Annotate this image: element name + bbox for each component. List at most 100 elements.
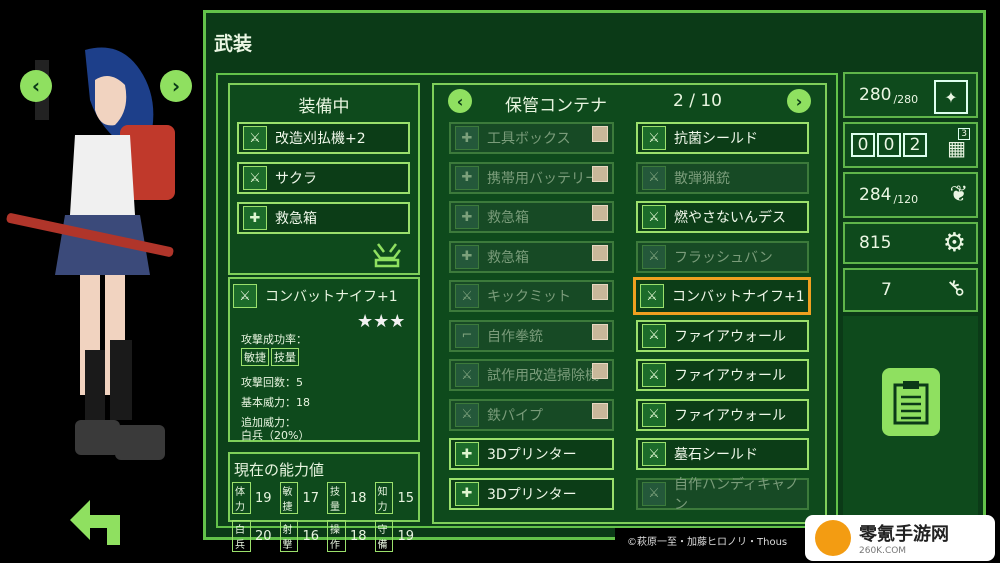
storage-prev-button[interactable]: ‹ [448, 89, 472, 113]
ability-value: 17 [302, 490, 319, 506]
hit-label: 攻撃成功率： [241, 333, 307, 346]
parts-value: 815 [859, 233, 892, 253]
hit-tags: 敏捷 技量 [241, 346, 301, 366]
ability-tag: 白兵 [232, 520, 251, 552]
key-icon: ⚷ [941, 273, 971, 304]
item-slot[interactable]: ✚ 3Dプリンター [449, 438, 614, 470]
item-label: サクラ [275, 171, 317, 187]
screen-title: 武装 [214, 33, 253, 55]
sword-icon: ⚔ [455, 284, 479, 308]
item-label: 抗菌シールド [674, 131, 758, 147]
ability-value: 18 [349, 528, 367, 544]
counter-digit: 0 [851, 133, 875, 157]
item-slot[interactable]: ✚ 工具ボックス [449, 122, 614, 154]
hp-value: 280 [859, 85, 892, 105]
item-label: 3Dプリンター [487, 447, 577, 463]
counter-stat: 002 ▦ 3 [843, 122, 978, 168]
gear-icon: ⚙ [942, 228, 966, 258]
detail-name: コンバットナイフ+1 [265, 289, 398, 305]
ability-tag: 知力 [374, 482, 394, 514]
ability-tag: 技量 [327, 482, 346, 514]
sword-icon: ⚔ [642, 442, 666, 466]
medkit-icon: ✚ [243, 206, 267, 230]
character-thumbnail-icon [592, 284, 608, 300]
copyright-bar: ©萩原一至・加藤ヒロノリ・Thous [615, 528, 815, 550]
item-slot[interactable]: ✚ 救急箱 [237, 202, 410, 234]
unequip-icon[interactable] [370, 240, 404, 268]
item-slot[interactable]: ⚔ ファイアウォール [636, 398, 809, 431]
item-slot[interactable]: ⚔ ファイアウォール [636, 359, 809, 391]
next-character-button[interactable]: › [160, 70, 192, 102]
ability-row: 白兵 20 射撃 16 操作 18 守備 19 [232, 520, 420, 552]
medkit-icon: ✚ [455, 244, 479, 269]
sword-icon: ⚔ [642, 323, 666, 348]
hp-max: /280 [893, 92, 919, 106]
item-slot[interactable]: ⚔ 散弾猟銃 [636, 161, 809, 194]
sword-icon: ⚔ [243, 126, 267, 150]
detail-header: ⚔ コンバットナイフ+1 [233, 284, 398, 308]
item-slot[interactable]: ⚔ キックミット [449, 280, 614, 312]
item-slot[interactable]: ⌐ 自作拳銃 [449, 319, 614, 352]
sword-icon: ⚔ [640, 284, 664, 308]
hit-tag: 技量 [271, 348, 299, 366]
ability-tag: 敏捷 [279, 482, 299, 514]
ability-tag: 守備 [374, 520, 394, 552]
ability-value: 15 [397, 490, 414, 506]
sword-icon: ⚔ [642, 165, 666, 190]
medkit-icon: ✚ [455, 126, 479, 150]
item-label: 救急箱 [487, 210, 529, 226]
keys-stat: 7 ⚷ [843, 268, 978, 312]
ability-value: 19 [397, 528, 414, 544]
storage-title: 保管コンテナ [505, 96, 607, 116]
prev-character-button[interactable]: ‹ [20, 70, 52, 102]
item-slot[interactable]: ⚔ 抗菌シールド [636, 122, 809, 154]
item-slot[interactable]: ⚔ 墓石シールド [636, 438, 809, 470]
item-slot[interactable]: ✚ 3Dプリンター [449, 477, 614, 510]
ability-row: 体力 19 敏捷 17 技量 18 知力 15 [232, 482, 420, 514]
keys-value: 7 [881, 280, 892, 300]
item-slot[interactable]: ⚔ 試作用改造掃除機 [449, 359, 614, 391]
character-thumbnail-icon [592, 363, 608, 379]
watermark-sub: 260K.COM [859, 546, 907, 556]
character-thumbnail-icon [592, 323, 608, 340]
sword-icon: ⚔ [642, 205, 666, 229]
item-label: 燃やさないんデス [674, 210, 786, 226]
sword-icon: ⚔ [642, 126, 666, 150]
attack-count: 攻撃回数：5 [241, 376, 303, 389]
medkit-icon: ✚ [455, 442, 479, 466]
character-thumbnail-icon [592, 402, 608, 419]
item-label: 3Dプリンター [487, 486, 577, 503]
back-button[interactable] [65, 495, 125, 550]
item-slot[interactable]: ✚ 救急箱 [449, 240, 614, 273]
item-label: ファイアウォール [674, 368, 786, 384]
item-slot[interactable]: ⚔ 改造刈払機+2 [237, 122, 410, 154]
item-label: 工具ボックス [487, 131, 571, 147]
item-slot[interactable]: ⚔ ファイアウォール [636, 319, 809, 352]
clipboard-icon [893, 381, 929, 425]
back-arrow-icon [70, 500, 120, 545]
item-label: 自作ハンディキャノン [674, 476, 800, 513]
storage-next-button[interactable]: › [787, 89, 811, 113]
sword-icon: ⚔ [642, 363, 666, 387]
item-label: 墓石シールド [674, 447, 758, 463]
item-slot[interactable]: ⚔ サクラ [237, 162, 410, 194]
item-slot[interactable]: ⚔ フラッシュバン [636, 240, 809, 273]
item-slot[interactable]: ⚔ 自作ハンディキャノン [636, 477, 809, 513]
sword-icon: ⚔ [243, 166, 267, 190]
item-slot[interactable]: ⚔ 燃やさないんデス [636, 201, 809, 233]
clipboard-button[interactable] [882, 368, 940, 436]
sword-icon: ⚔ [233, 284, 257, 308]
item-label: 鉄パイプ [487, 407, 543, 424]
item-label: 試作用改造掃除機 [487, 368, 599, 384]
item-slot[interactable]: ✚ 携帯用バッテリー [449, 161, 614, 194]
item-label: 救急箱 [487, 249, 529, 266]
item-slot[interactable]: ⚔ 鉄パイプ [449, 398, 614, 431]
item-label: 携帯用バッテリー [487, 170, 599, 187]
fish-icon: ❦ [949, 182, 968, 207]
sparkle-icon: ✦ [934, 80, 968, 114]
ability-value: 20 [254, 528, 272, 544]
sword-icon: ⚔ [642, 244, 666, 269]
character-thumbnail-icon [592, 205, 608, 221]
item-slot[interactable]: ✚ 救急箱 [449, 201, 614, 233]
selected-item[interactable]: ⚔ コンバットナイフ+1 [633, 277, 811, 315]
